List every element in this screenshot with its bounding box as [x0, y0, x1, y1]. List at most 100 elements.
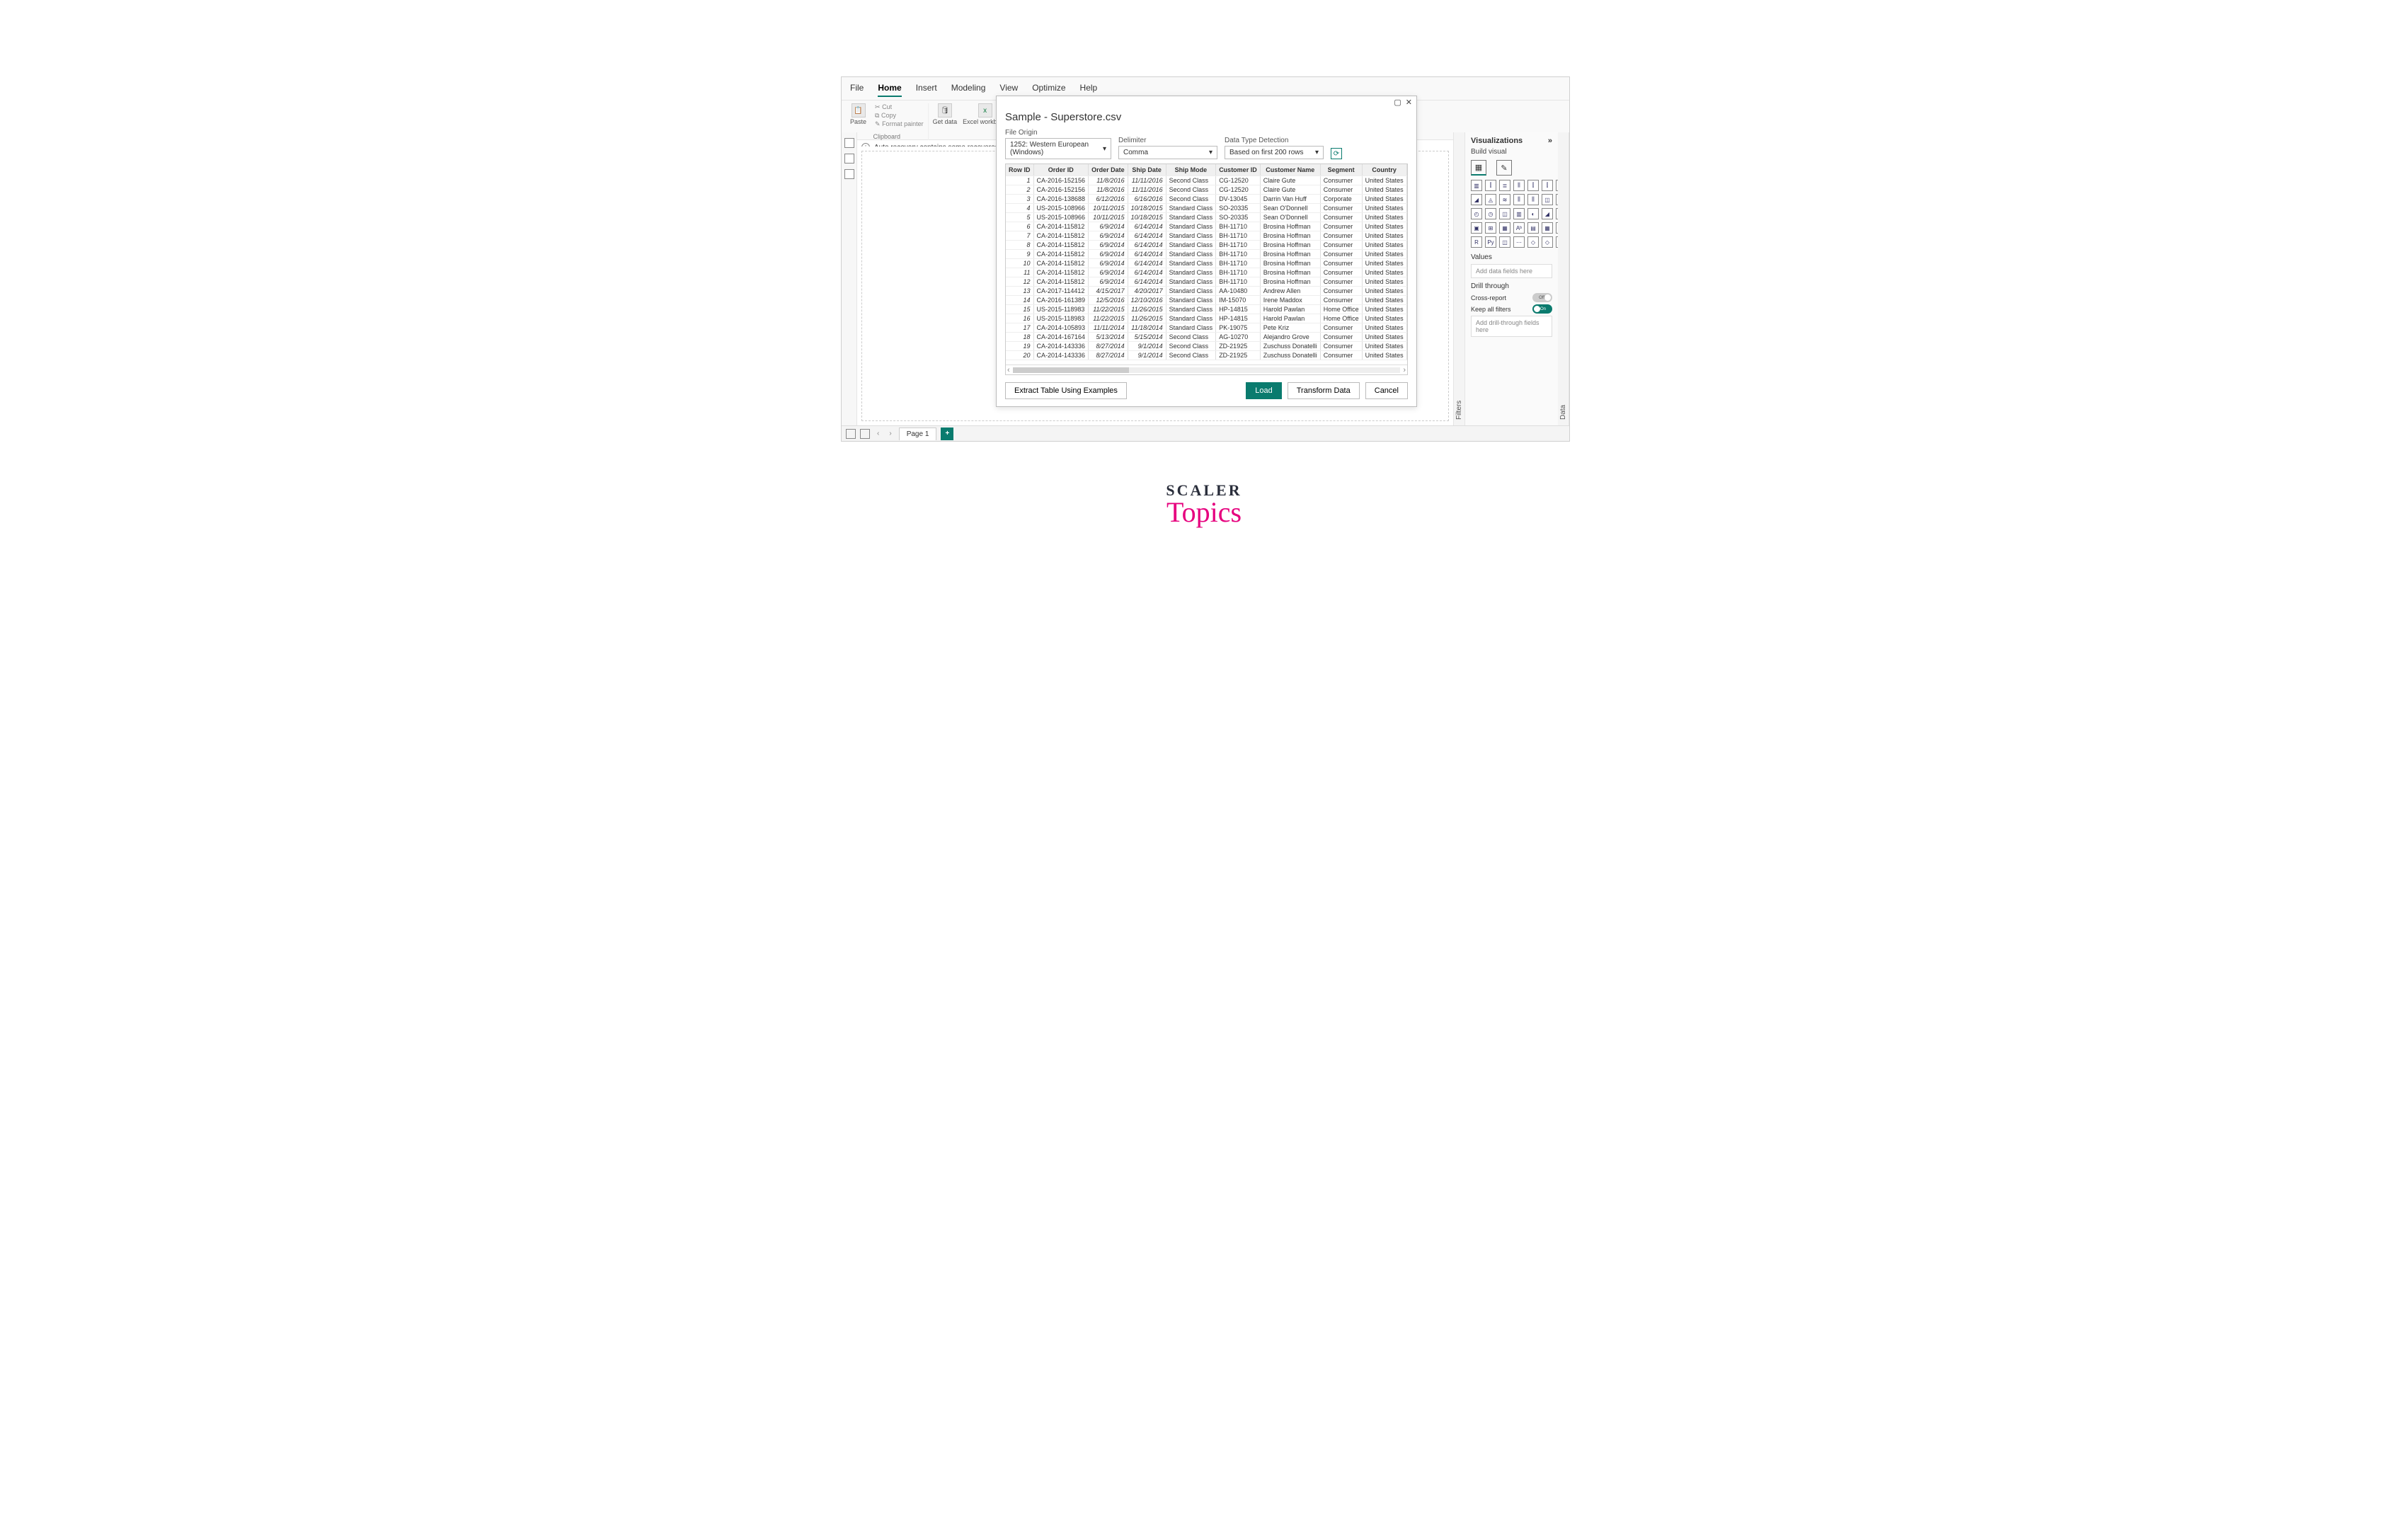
column-header[interactable]: Country: [1362, 164, 1406, 176]
visual-type-icon[interactable]: ⊞: [1485, 222, 1496, 234]
visual-type-icon[interactable]: ▣: [1471, 222, 1482, 234]
column-header[interactable]: Row ID: [1006, 164, 1033, 176]
table-row[interactable]: 12CA-2014-1158126/9/20146/14/2014Standar…: [1006, 277, 1407, 287]
table-row[interactable]: 19CA-2014-1433368/27/20149/1/2014Second …: [1006, 342, 1407, 351]
refresh-preview-icon[interactable]: ⟳: [1331, 148, 1342, 159]
visual-type-icon[interactable]: ◫: [1542, 194, 1553, 205]
format-visual-mode-icon[interactable]: ✎: [1496, 160, 1512, 176]
visual-type-icon[interactable]: Py: [1485, 236, 1496, 248]
visual-type-icon[interactable]: ▤: [1527, 222, 1539, 234]
table-row[interactable]: 8CA-2014-1158126/9/20146/14/2014Standard…: [1006, 241, 1407, 250]
dialog-close-icon[interactable]: ✕: [1406, 98, 1412, 107]
table-row[interactable]: 11CA-2014-1158126/9/20146/14/2014Standar…: [1006, 268, 1407, 277]
table-row[interactable]: 4US-2015-10896610/11/201510/18/2015Stand…: [1006, 204, 1407, 213]
menu-insert[interactable]: Insert: [916, 80, 937, 97]
table-horizontal-scrollbar[interactable]: ‹›: [1006, 365, 1407, 374]
menu-view[interactable]: View: [999, 80, 1018, 97]
mobile-layout-icon[interactable]: [860, 429, 870, 439]
visual-type-icon[interactable]: ≋: [1499, 194, 1510, 205]
visual-type-icon[interactable]: ⋯: [1513, 236, 1525, 248]
page-tab-1[interactable]: Page 1: [899, 428, 937, 440]
visual-type-icon[interactable]: ⫿: [1527, 180, 1539, 191]
menu-optimize[interactable]: Optimize: [1032, 80, 1065, 97]
expand-pane-icon[interactable]: »: [1548, 137, 1552, 145]
build-visual-mode-icon[interactable]: ▦: [1471, 160, 1486, 176]
cancel-button[interactable]: Cancel: [1365, 382, 1408, 399]
dialog-maximize-icon[interactable]: ▢: [1394, 98, 1401, 107]
paste-button[interactable]: 📋 Paste: [850, 103, 866, 128]
format-painter-button[interactable]: ✎ Format painter: [875, 120, 924, 128]
visual-type-icon[interactable]: ◇: [1527, 236, 1539, 248]
transform-data-button[interactable]: Transform Data: [1288, 382, 1360, 399]
add-page-button[interactable]: +: [941, 428, 953, 440]
table-row[interactable]: 17CA-2014-10589311/11/201411/18/2014Stan…: [1006, 323, 1407, 333]
column-header[interactable]: Ship Mode: [1166, 164, 1216, 176]
table-view-icon[interactable]: [844, 154, 854, 164]
table-row[interactable]: 13CA-2017-1144124/15/20174/20/2017Standa…: [1006, 287, 1407, 296]
desktop-layout-icon[interactable]: [846, 429, 856, 439]
table-row[interactable]: 16US-2015-11898311/22/201511/26/2015Stan…: [1006, 314, 1407, 323]
table-row[interactable]: 10CA-2014-1158126/9/20146/14/2014Standar…: [1006, 259, 1407, 268]
data-pane-tab[interactable]: Data: [1558, 132, 1569, 425]
table-row[interactable]: 9CA-2014-1158126/9/20146/14/2014Standard…: [1006, 250, 1407, 259]
visual-type-icon[interactable]: ⫼: [1513, 194, 1525, 205]
visual-type-icon[interactable]: Aᵇ: [1513, 222, 1525, 234]
visual-type-icon[interactable]: ▥: [1513, 208, 1525, 219]
menu-modeling[interactable]: Modeling: [951, 80, 986, 97]
visual-type-icon[interactable]: ≣: [1499, 180, 1510, 191]
table-row[interactable]: 3CA-2016-1386886/12/20166/16/2016Second …: [1006, 195, 1407, 204]
visual-type-icon[interactable]: ▦: [1499, 222, 1510, 234]
table-row[interactable]: 15US-2015-11898311/22/201511/26/2015Stan…: [1006, 305, 1407, 314]
column-header[interactable]: Order ID: [1033, 164, 1089, 176]
get-data-button[interactable]: 🛢 Get data: [933, 103, 958, 126]
prev-page-button[interactable]: ‹: [874, 430, 882, 437]
visual-type-icon[interactable]: ◇: [1542, 236, 1553, 248]
report-view-icon[interactable]: [844, 138, 854, 148]
model-view-icon[interactable]: [844, 169, 854, 179]
visual-type-icon[interactable]: R: [1471, 236, 1482, 248]
table-row[interactable]: 6CA-2014-1158126/9/20146/14/2014Standard…: [1006, 222, 1407, 231]
visual-type-icon[interactable]: ◴: [1471, 208, 1482, 219]
extract-table-button[interactable]: Extract Table Using Examples: [1005, 382, 1127, 399]
menu-file[interactable]: File: [850, 80, 864, 97]
column-header[interactable]: Customer Name: [1260, 164, 1320, 176]
visual-type-icon[interactable]: ▥: [1471, 180, 1482, 191]
table-row[interactable]: 2CA-2016-15215611/8/201611/11/2016Second…: [1006, 185, 1407, 195]
table-row[interactable]: 1CA-2016-15215611/8/201611/11/2016Second…: [1006, 176, 1407, 185]
visual-type-icon[interactable]: ◫: [1499, 236, 1510, 248]
values-field-well[interactable]: Add data fields here: [1471, 264, 1552, 278]
visual-type-icon[interactable]: ⫼: [1513, 180, 1525, 191]
data-type-detection-select[interactable]: Based on first 200 rows▾: [1225, 146, 1324, 159]
column-header[interactable]: Segment: [1320, 164, 1362, 176]
visual-type-icon[interactable]: ◬: [1485, 194, 1496, 205]
column-header[interactable]: Ship Date: [1128, 164, 1166, 176]
table-row[interactable]: 14CA-2016-16138912/5/201612/10/2016Stand…: [1006, 296, 1407, 305]
visual-type-icon[interactable]: ⫿: [1542, 180, 1553, 191]
visual-type-icon[interactable]: ⫿: [1485, 180, 1496, 191]
drillthrough-field-well[interactable]: Add drill-through fields here: [1471, 316, 1552, 337]
delimiter-select[interactable]: Comma▾: [1118, 146, 1217, 159]
filters-pane-tab[interactable]: Filters: [1454, 132, 1465, 425]
column-header[interactable]: City: [1406, 164, 1407, 176]
menu-home[interactable]: Home: [878, 80, 901, 97]
keep-all-filters-toggle[interactable]: On: [1532, 304, 1552, 314]
table-row[interactable]: 18CA-2014-1671645/13/20145/15/2014Second…: [1006, 333, 1407, 342]
menu-help[interactable]: Help: [1080, 80, 1098, 97]
cut-button[interactable]: ✂ Cut: [875, 103, 924, 111]
file-origin-select[interactable]: 1252: Western European (Windows)▾: [1005, 138, 1111, 159]
visual-type-icon[interactable]: ◫: [1499, 208, 1510, 219]
visual-type-icon[interactable]: ◢: [1471, 194, 1482, 205]
copy-button[interactable]: ⧉ Copy: [875, 112, 924, 120]
visual-type-icon[interactable]: ▦: [1542, 222, 1553, 234]
visual-type-icon[interactable]: ◐: [1527, 208, 1539, 219]
visual-type-icon[interactable]: ⫼: [1527, 194, 1539, 205]
column-header[interactable]: Customer ID: [1216, 164, 1261, 176]
visual-type-icon[interactable]: ◢: [1542, 208, 1553, 219]
table-vertical-scroll[interactable]: Row IDOrder IDOrder DateShip DateShip Mo…: [1006, 164, 1407, 365]
table-row[interactable]: 20CA-2014-1433368/27/20149/1/2014Second …: [1006, 351, 1407, 360]
visual-type-icon[interactable]: ◷: [1485, 208, 1496, 219]
table-row[interactable]: 7CA-2014-1158126/9/20146/14/2014Standard…: [1006, 231, 1407, 241]
table-row[interactable]: 5US-2015-10896610/11/201510/18/2015Stand…: [1006, 213, 1407, 222]
column-header[interactable]: Order Date: [1089, 164, 1128, 176]
load-button[interactable]: Load: [1246, 382, 1281, 399]
